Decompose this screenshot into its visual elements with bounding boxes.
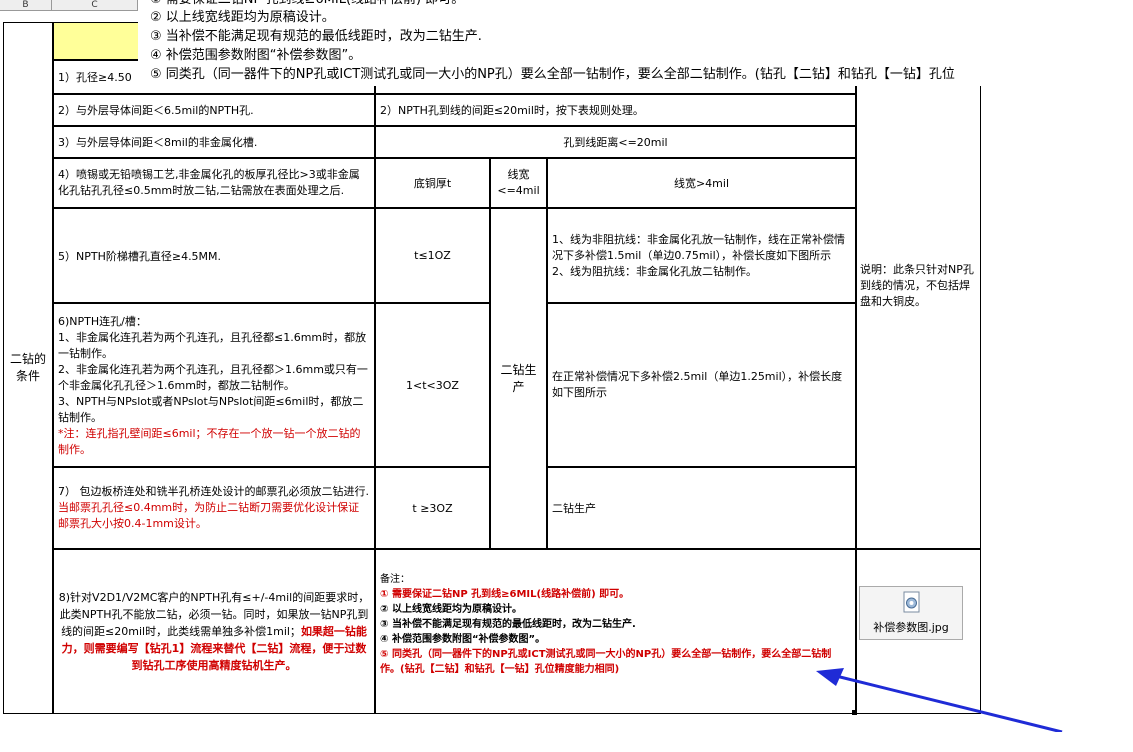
linewidth-big-1-content: 1、线为非阻抗线：非金属化孔放一钻制作，线在正常补偿情况下多补偿1.5mil（单… [552, 232, 851, 280]
row-6-title: 6)NPTH连孔/槽： [58, 315, 147, 328]
notes-line-3: ③ 当补偿不能满足现有规范的最低线距时，改为二钻生产. [380, 619, 636, 630]
thickness-2[interactable]: 1<t<3OZ [375, 303, 490, 467]
linewidth-big-3-text: 二钻生产 [552, 502, 596, 515]
hdr-linewidth-small[interactable]: 线宽<=4mil [490, 158, 547, 208]
hdr-linewidth-small-text: 线宽<=4mil [497, 168, 540, 197]
row-7-text: 7） 包边板桥连处和铣半孔桥连处设计的邮票孔必须放二钻进行. 当邮票孔孔径≤0.4… [58, 484, 370, 532]
notes-title: 备注： [380, 574, 410, 585]
notes-line-1: ① 需要保证二钻NP 孔到线≥6MIL(线路补偿前) 即可。 [380, 589, 630, 600]
right-note-text: 说明：此条只针对NP孔到线的情况，不包括焊盘和大铜皮。 [860, 262, 974, 308]
tooltip-line-2: ② 以上线宽线距均为原稿设计。 [150, 10, 335, 25]
row-6-left[interactable]: 6)NPTH连孔/槽： 1、非金属化连孔若为两个孔连孔，且孔径都≤1.6mm时，… [53, 303, 375, 467]
row-6-line-2: 2、非金属化连孔若为两个孔连孔，且孔径都＞1.6mm或只有一个非金属化孔孔径＞1… [58, 363, 368, 392]
tooltip-line-5: ⑤ 同类孔（同一器件下的NP孔或ICT测试孔或同一大小的NP孔）要么全部一钻制作… [150, 67, 955, 82]
linewidth-big-2-text: 在正常补偿情况下多补偿2.5mil（单边1.25mil），补偿长度如下图所示 [552, 370, 843, 399]
hdr-thickness[interactable]: 底铜厚t [375, 158, 490, 208]
row-3-left[interactable]: 3）与外层导体间距＜8mil的非金属化槽. [53, 126, 375, 158]
thickness-1-text: t≤1OZ [414, 249, 451, 262]
linewidth-big-2[interactable]: 在正常补偿情况下多补偿2.5mil（单边1.25mil），补偿长度如下图所示 [547, 303, 856, 467]
row-7-text-b: 当邮票孔孔径≤0.4mm时，为防止二钻断刀需要优化设计保证邮票孔大小按0.4-1… [58, 501, 360, 530]
tooltip-line-4: ④ 补偿范围参数附图“补偿参数图”。 [150, 48, 362, 63]
row-7-left[interactable]: 7） 包边板桥连处和铣半孔桥连处设计的邮票孔必须放二钻进行. 当邮票孔孔径≤0.4… [53, 467, 375, 549]
row-4-left[interactable]: 4）喷锡或无铅喷锡工艺,非金属化孔的板厚孔径比>3或非金属化孔钻孔孔径≤0.5m… [53, 158, 375, 208]
linewidth-big-1[interactable]: 1、线为非阻抗线：非金属化孔放一钻制作，线在正常补偿情况下多补偿1.5mil（单… [547, 208, 856, 303]
notes-line-2: ② 以上线宽线距均为原稿设计。 [380, 604, 522, 615]
notes-cell[interactable]: 备注： ① 需要保证二钻NP 孔到线≥6MIL(线路补偿前) 即可。 ② 以上线… [375, 549, 856, 714]
arrow-shaft [827, 672, 1063, 732]
row-2-left[interactable]: 2）与外层导体间距＜6.5mil的NPTH孔. [53, 94, 375, 126]
hdr-linewidth-big[interactable]: 线宽>4mil [547, 158, 856, 208]
mid-row-2-text: 2）NPTH孔到线的间距≤20mil时，按下表规则处理。 [380, 104, 644, 117]
column-header-c[interactable]: C [52, 0, 138, 11]
attachment-object[interactable]: 补偿参数图.jpg [859, 586, 963, 640]
arrow-head [816, 668, 844, 686]
thickness-2-text: 1<t<3OZ [406, 378, 459, 392]
row-6-line-1: 1、非金属化连孔若为两个孔连孔，且孔径都≤1.6mm时，都放一钻制作。 [58, 331, 367, 360]
hdr-linewidth-big-text: 线宽>4mil [673, 177, 730, 190]
thickness-3[interactable]: t ≥3OZ [375, 467, 490, 549]
column-header-b[interactable]: B [0, 0, 52, 11]
notes-line-5: ⑤ 同类孔（同一器件下的NP孔或ICT测试孔或同一大小的NP孔）要么全部一钻制作… [380, 649, 832, 675]
linewidth-big-3[interactable]: 二钻生产 [547, 467, 856, 549]
row-6-line-3: 3、NPTH与NPslot或者NPslot与NPslot间距≤6mil时，都放二… [58, 395, 364, 424]
tooltip-line-3: ③ 当补偿不能满足现有规范的最低线距时，改为二钻生产. [150, 29, 482, 44]
row-7-text-a: 7） 包边板桥连处和铣半孔桥连处设计的邮票孔必须放二钻进行. [58, 485, 369, 498]
right-note-cell[interactable]: 说明：此条只针对NP孔到线的情况，不包括焊盘和大铜皮。 [856, 22, 981, 549]
mid-row-3[interactable]: 孔到线距离<=20mil [375, 126, 856, 158]
linewidth-big-1-line-1: 1、线为非阻抗线：非金属化孔放一钻制作，线在正常补偿情况下多补偿1.5mil（单… [552, 232, 845, 262]
merged-drill-text: 二钻生产 [500, 362, 537, 394]
side-label-cell: 二钻的条件 [3, 22, 53, 714]
row-5-left[interactable]: 5）NPTH阶梯槽孔直径≥4.5MM. [53, 208, 375, 303]
thickness-1[interactable]: t≤1OZ [375, 208, 490, 303]
row-1-text: 1）孔径≥4.50 [58, 71, 132, 84]
row-4-text: 4）喷锡或无铅喷锡工艺,非金属化孔的板厚孔径比>3或非金属化孔钻孔孔径≤0.5m… [58, 168, 360, 197]
annotation-arrow [816, 668, 1063, 732]
notes-line-4: ④ 补偿范围参数附图“补偿参数图”。 [380, 634, 546, 645]
image-file-icon [903, 591, 920, 613]
row-6-note: *注：连孔指孔壁间距≤6mil；不存在一个放一钻一个放二钻的制作。 [58, 427, 361, 456]
row-8-left[interactable]: 8)针对V2D1/V2MC客户的NPTH孔有≤+/-4mil的间距要求时，此类N… [53, 549, 375, 714]
notes-tooltip: ① 需要保证二钻NP 孔到线≥6MIL(线路补偿前) 即可。 ② 以上线宽线距均… [138, 0, 1133, 86]
side-label: 二钻的条件 [9, 352, 46, 383]
hdr-thickness-text: 底铜厚t [413, 177, 452, 190]
attachment-label: 补偿参数图.jpg [873, 621, 949, 634]
linewidth-big-1-line-2: 2、线为阻抗线：非金属化孔放二钻制作。 [552, 264, 757, 278]
row-2-text: 2）与外层导体间距＜6.5mil的NPTH孔. [58, 104, 254, 117]
thickness-3-text: t ≥3OZ [412, 501, 453, 515]
row-3-text: 3）与外层导体间距＜8mil的非金属化槽. [58, 136, 258, 149]
row-8-text: 8)针对V2D1/V2MC客户的NPTH孔有≤+/-4mil的间距要求时，此类N… [58, 589, 370, 674]
merged-drill-cell[interactable]: 二钻生产 [490, 208, 547, 549]
mid-row-3-text: 孔到线距离<=20mil [563, 136, 668, 149]
row-5-text: 5）NPTH阶梯槽孔直径≥4.5MM. [58, 249, 222, 263]
mid-row-2[interactable]: 2）NPTH孔到线的间距≤20mil时，按下表规则处理。 [375, 94, 856, 126]
